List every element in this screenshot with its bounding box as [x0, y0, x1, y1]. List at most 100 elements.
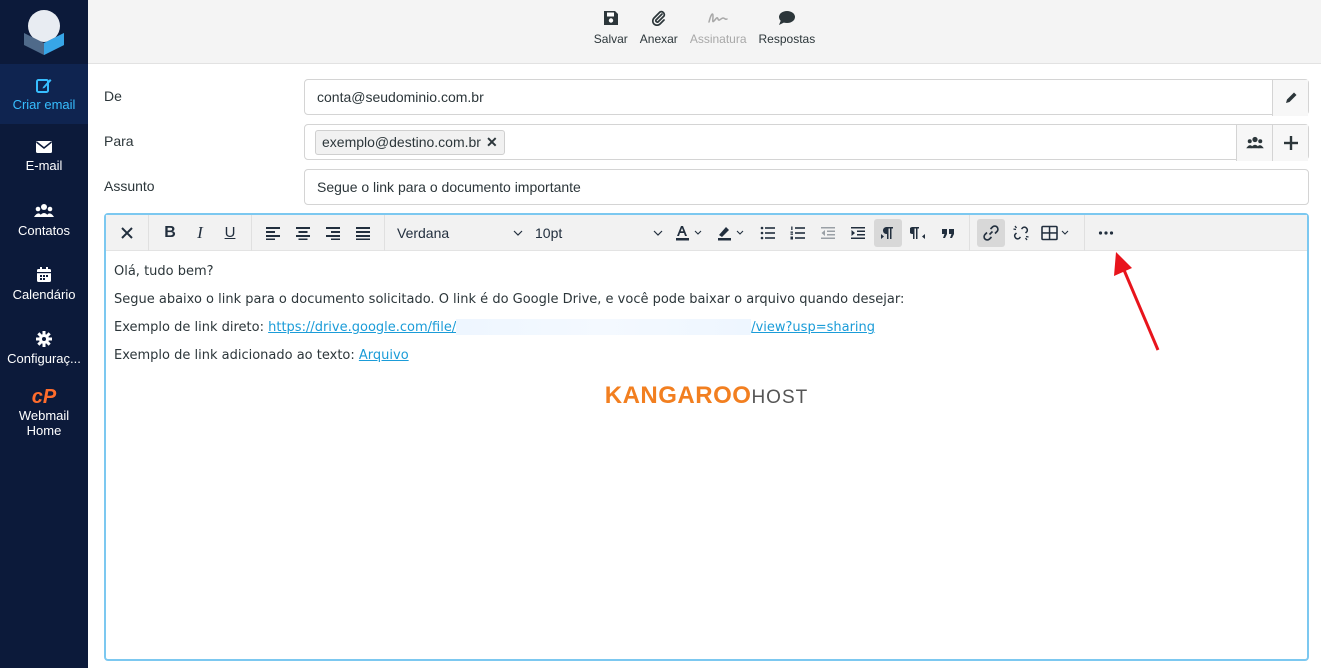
outdent-icon: [821, 226, 835, 239]
italic-button[interactable]: I: [186, 219, 214, 247]
redacted-link-segment: [456, 319, 752, 336]
sidebar-item-calendar[interactable]: Calendário: [0, 252, 88, 316]
attach-button[interactable]: Anexar: [640, 10, 678, 46]
add-contact-button[interactable]: [1236, 125, 1272, 161]
toolbar-divider: [251, 214, 252, 251]
html-editor: B I U Verdana 10pt Olá, tudo bem? Segue …: [104, 213, 1309, 661]
ltr-paragraph-icon: [881, 226, 893, 239]
recipient-email: exemplo@destino.com.br: [322, 134, 481, 150]
responses-label: Respostas: [758, 32, 816, 46]
align-center-button[interactable]: [289, 219, 317, 247]
sidebar-item-webmail-home[interactable]: cP Webmail Home: [0, 380, 88, 450]
recipient-chip[interactable]: exemplo@destino.com.br ✕: [315, 129, 505, 155]
align-left-button[interactable]: [259, 219, 287, 247]
text-color-button[interactable]: [670, 219, 710, 247]
save-button[interactable]: Salvar: [594, 10, 628, 46]
body-line-intro: Segue abaixo o link para o documento sol…: [114, 291, 905, 307]
pencil-icon: [1285, 92, 1296, 103]
font-family-select[interactable]: Verdana: [391, 219, 529, 247]
sidebar-item-label: E-mail: [25, 157, 63, 173]
bullet-list-icon: [760, 226, 775, 239]
rtl-paragraph-icon: [910, 226, 925, 239]
contacts-icon: [34, 203, 54, 217]
toolbar-divider: [1084, 214, 1085, 251]
numbered-list-icon: [790, 226, 805, 239]
indent-icon: [851, 226, 865, 239]
compose-icon: [36, 78, 52, 93]
bold-button[interactable]: B: [156, 219, 184, 247]
font-size-select[interactable]: 10pt: [529, 219, 669, 247]
text-link-prefix: Exemplo de link adicionado ao texto:: [114, 347, 359, 363]
to-row: Para exemplo@destino.com.br ✕: [104, 124, 1309, 161]
gear-icon: [36, 330, 52, 347]
plus-icon: [1283, 136, 1298, 150]
sidebar-item-label: Calendário: [12, 286, 76, 302]
sidebar-item-label-line2: Home: [26, 423, 62, 438]
to-field[interactable]: exemplo@destino.com.br ✕: [304, 124, 1309, 161]
underline-button[interactable]: U: [216, 219, 244, 247]
highlight-color-button[interactable]: [712, 219, 752, 247]
table-button[interactable]: [1037, 219, 1077, 247]
attach-label: Anexar: [639, 32, 678, 46]
highlighter-icon: [718, 226, 744, 240]
from-label: De: [104, 88, 122, 104]
rtl-direction-button[interactable]: [904, 219, 932, 247]
indent-button[interactable]: [844, 219, 872, 247]
underline-icon: U: [224, 224, 236, 241]
bullet-list-button[interactable]: [754, 219, 782, 247]
align-justify-icon: [356, 226, 370, 240]
remove-recipient-icon[interactable]: ✕: [486, 134, 498, 151]
webmail-app: Criar email E-mail Contatos Calendário C…: [0, 0, 1321, 668]
to-label: Para: [104, 133, 134, 149]
remove-link-button[interactable]: [1007, 219, 1035, 247]
sidebar-item-contacts[interactable]: Contatos: [0, 188, 88, 252]
paperclip-icon: [651, 10, 665, 26]
toolbar-divider: [148, 214, 149, 251]
drive-link[interactable]: https://drive.google.com/file/ /view?usp=…: [268, 319, 875, 336]
ltr-direction-button[interactable]: [874, 218, 902, 247]
sidebar-item-settings[interactable]: Configuraç...: [0, 316, 88, 380]
sidebar-item-compose[interactable]: Criar email: [0, 64, 88, 124]
add-header-button[interactable]: [1272, 125, 1308, 161]
numbered-list-button[interactable]: [784, 219, 812, 247]
sidebar-item-email[interactable]: E-mail: [0, 124, 88, 188]
link-icon: [983, 224, 999, 241]
calendar-icon: [37, 266, 51, 282]
more-options-button[interactable]: [1092, 219, 1120, 247]
bold-icon: B: [164, 223, 176, 241]
sidebar-item-label: Criar email: [12, 96, 76, 112]
align-justify-button[interactable]: [349, 219, 377, 247]
brand-sub-text: HOST: [751, 387, 809, 409]
responses-button[interactable]: Respostas: [758, 10, 816, 46]
envelope-icon: [36, 140, 52, 153]
editor-body[interactable]: Olá, tudo bem? Segue abaixo o link para …: [106, 251, 1307, 426]
sidebar: Criar email E-mail Contatos Calendário C…: [0, 0, 88, 668]
drive-link-start: https://drive.google.com/file/: [268, 319, 457, 335]
close-editor-button[interactable]: [113, 219, 141, 247]
subject-label: Assunto: [104, 178, 155, 194]
insert-link-button[interactable]: [977, 218, 1005, 247]
table-icon: [1041, 225, 1069, 240]
outdent-button[interactable]: [814, 219, 842, 247]
contacts-icon: [1245, 136, 1264, 149]
sidebar-item-label: Contatos: [17, 222, 71, 238]
save-label: Salvar: [593, 32, 628, 46]
align-right-icon: [326, 226, 340, 240]
from-row: De conta@seudominio.com.br: [104, 79, 1309, 116]
subject-row: Assunto Segue o link para o documento im…: [104, 169, 1309, 205]
from-field[interactable]: conta@seudominio.com.br: [304, 79, 1309, 116]
chevron-down-icon: [513, 230, 523, 236]
font-size-value: 10pt: [535, 224, 563, 241]
chevron-down-icon: [653, 230, 663, 236]
brand-main-text: KANGAROO: [604, 382, 752, 410]
arquivo-link[interactable]: Arquivo: [359, 348, 409, 363]
subject-input[interactable]: Segue o link para o documento importante: [304, 169, 1309, 205]
text-color-icon: [676, 225, 702, 240]
align-right-button[interactable]: [319, 219, 347, 247]
roundcube-logo[interactable]: [0, 0, 88, 64]
blockquote-button[interactable]: [934, 219, 962, 247]
signature-button[interactable]: Assinatura: [690, 10, 747, 46]
compose-toolbar: Salvar Anexar Assinatura Respostas: [88, 0, 1321, 64]
edit-identity-button[interactable]: [1272, 80, 1308, 116]
font-family-value: Verdana: [397, 224, 450, 241]
